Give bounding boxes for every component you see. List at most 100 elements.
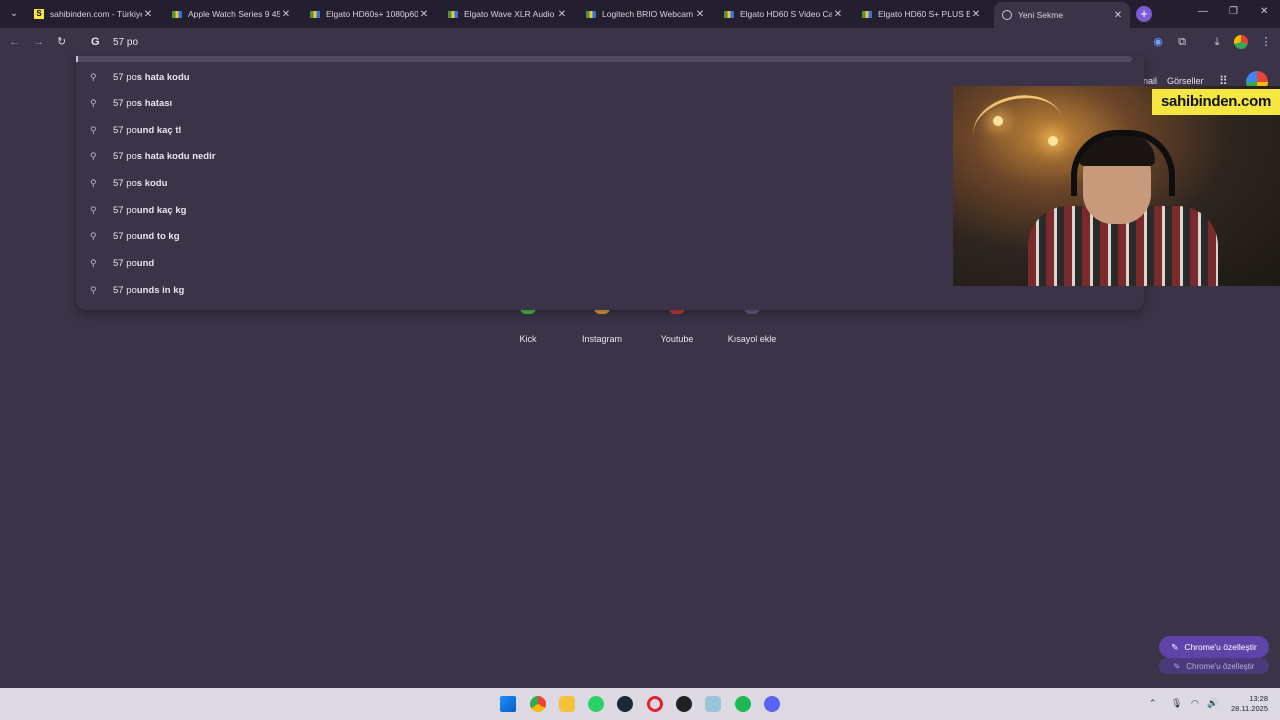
close-icon[interactable]: ✕	[970, 9, 982, 20]
tab-apple-watch[interactable]: Apple Watch Series 9 45mm ✕	[164, 4, 298, 24]
shortcut-add[interactable]: Kısayol ekle	[722, 304, 782, 344]
globe-icon	[1002, 10, 1012, 20]
suggestion-completion: s hatası	[136, 97, 173, 109]
system-clock[interactable]: 13:28 28.11.2025	[1226, 694, 1268, 714]
customize-label: Chrome'u özelleştir	[1184, 642, 1257, 652]
extensions-icon[interactable]: ⧉	[1175, 35, 1189, 49]
light-bulb	[1048, 136, 1058, 146]
tab-sahibinden[interactable]: S sahibinden.com - Türkiye'nin ✕	[26, 4, 160, 24]
store-icon	[448, 10, 458, 18]
suggestion-item[interactable]: ⚲ 57 po und kaç tl	[90, 117, 181, 143]
tab-title: Elgato HD60s+ 1080p60	[326, 9, 418, 19]
suggestion-item[interactable]: ⚲ 57 po s hatası	[90, 90, 172, 116]
app-icon[interactable]	[676, 696, 692, 712]
suggestion-prefix: 57 po	[113, 284, 137, 296]
windows-start-icon[interactable]	[500, 696, 516, 712]
close-icon[interactable]: ✕	[280, 9, 292, 20]
shortcut-label: Youtube	[660, 334, 694, 344]
restore-icon[interactable]: ❐	[1229, 6, 1238, 17]
chrome-icon[interactable]	[530, 696, 546, 712]
tab-elgato-hd60-s[interactable]: Elgato HD60 S Video Cap ✕	[716, 4, 850, 24]
customize-chrome-ghost: ✎ Chrome'u özelleştir	[1159, 658, 1269, 674]
tab-title: Elgato Wave XLR Audio M	[464, 9, 556, 19]
suggestion-completion: unds in kg	[136, 284, 185, 296]
close-icon[interactable]: ✕	[418, 9, 430, 20]
store-icon	[586, 10, 596, 18]
search-icon: ⚲	[90, 71, 97, 82]
search-icon: ⚲	[90, 284, 97, 295]
gmail-link[interactable]: nail	[1143, 76, 1157, 86]
tab-elgato-hd60-s-plus[interactable]: Elgato HD60 S+ PLUS Ext ✕	[854, 4, 988, 24]
tab-title: Logitech BRIO Webcam K	[602, 9, 694, 19]
tab-elgato-wave[interactable]: Elgato Wave XLR Audio M ✕	[440, 4, 574, 24]
tab-new-tab[interactable]: Yeni Sekme ✕	[994, 2, 1130, 28]
progress-bar	[76, 56, 1132, 62]
suggestion-item[interactable]: ⚲ 57 po unds in kg	[90, 277, 184, 303]
tab-title: Elgato HD60 S+ PLUS Ext	[878, 9, 970, 19]
suggestion-completion: und to kg	[136, 230, 180, 242]
suggestion-completion: s hata kodu nedir	[136, 150, 216, 162]
suggestion-item[interactable]: ⚲ 57 po s hata kodu nedir	[90, 143, 215, 169]
customize-chrome-button[interactable]: ✎ Chrome'u özelleştir	[1159, 636, 1269, 658]
volume-icon[interactable]: 🔊	[1207, 698, 1218, 709]
suggestion-prefix: 57 po	[113, 71, 137, 83]
shortcut-youtube[interactable]: Youtube	[647, 304, 707, 344]
shortcut-label: Instagram	[581, 334, 623, 344]
shortcut-kick[interactable]: Kick	[498, 304, 558, 344]
pencil-icon: ✎	[1173, 661, 1181, 671]
close-icon[interactable]: ✕	[832, 9, 844, 20]
tab-elgato-hd60s[interactable]: Elgato HD60s+ 1080p60 ✕	[302, 4, 436, 24]
customize-ghost-label: Chrome'u özelleştir	[1186, 661, 1255, 671]
close-icon[interactable]: ✕	[142, 9, 154, 20]
clock-time: 13:28	[1249, 694, 1268, 703]
wifi-icon[interactable]: ◠	[1191, 698, 1199, 709]
suggestion-completion: s kodu	[136, 177, 168, 189]
suggestion-completion: und	[136, 257, 155, 269]
suggestion-completion: s hata kodu	[136, 71, 190, 83]
close-icon[interactable]: ✕	[556, 9, 568, 20]
profile-avatar[interactable]	[1234, 35, 1248, 49]
store-icon	[172, 10, 182, 18]
tab-title: Elgato HD60 S Video Cap	[740, 9, 832, 19]
whatsapp-icon[interactable]	[588, 696, 604, 712]
steam-icon[interactable]	[617, 696, 633, 712]
close-window-icon[interactable]: ✕	[1260, 6, 1268, 17]
lens-icon[interactable]: ◉	[1151, 35, 1165, 49]
download-icon[interactable]: ⤓	[1210, 35, 1224, 49]
suggestion-item[interactable]: ⚲ 57 po und to kg	[90, 223, 180, 249]
tab-search-icon[interactable]: ⌄	[6, 6, 22, 22]
search-icon: ⚲	[90, 150, 97, 161]
menu-icon[interactable]: ⋮	[1259, 35, 1273, 49]
new-tab-button[interactable]: +	[1136, 6, 1152, 22]
string-lights	[967, 87, 1069, 168]
tab-title: Apple Watch Series 9 45mm	[188, 9, 280, 19]
suggestion-prefix: 57 po	[113, 257, 137, 269]
close-icon[interactable]: ✕	[1112, 10, 1124, 21]
chevron-up-icon[interactable]: ⌃	[1149, 698, 1157, 709]
back-icon[interactable]: ←	[9, 36, 20, 48]
forward-icon[interactable]: →	[33, 36, 44, 48]
network-app-icon[interactable]	[705, 696, 721, 712]
light-bulb	[993, 116, 1003, 126]
tab-logitech-brio[interactable]: Logitech BRIO Webcam K ✕	[578, 4, 712, 24]
suggestion-prefix: 57 po	[113, 124, 137, 136]
suggestion-item[interactable]: ⚲ 57 po und kaç kg	[90, 197, 186, 223]
omnibox[interactable]	[76, 30, 1144, 56]
close-icon[interactable]: ✕	[694, 9, 706, 20]
opera-icon[interactable]	[647, 696, 663, 712]
suggestion-prefix: 57 po	[113, 177, 137, 189]
suggestion-completion: und kaç kg	[136, 204, 187, 216]
shortcut-instagram[interactable]: Instagram	[572, 304, 632, 344]
suggestion-item[interactable]: ⚲ 57 po s hata kodu	[90, 64, 190, 90]
suggestion-item[interactable]: ⚲ 57 po s kodu	[90, 170, 167, 196]
discord-icon[interactable]	[764, 696, 780, 712]
search-icon: ⚲	[90, 124, 97, 135]
minimize-icon[interactable]: —	[1198, 6, 1208, 17]
reload-icon[interactable]: ↻	[57, 35, 66, 48]
spotify-icon[interactable]	[735, 696, 751, 712]
omnibox-input[interactable]: 57 po	[113, 37, 138, 48]
suggestion-item[interactable]: ⚲ 57 po und	[90, 250, 154, 276]
microphone-icon[interactable]: 🎙	[1171, 698, 1182, 709]
images-link[interactable]: Görseller	[1167, 76, 1204, 86]
file-explorer-icon[interactable]	[559, 696, 575, 712]
